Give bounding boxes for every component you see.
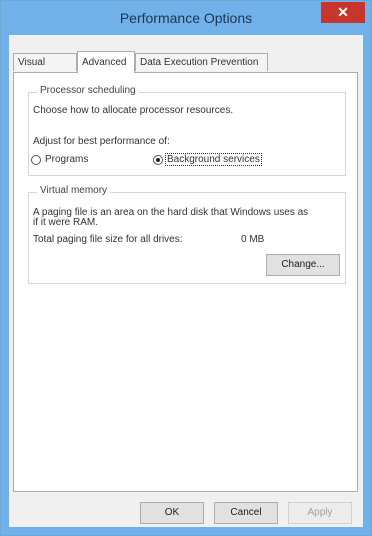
programs-radio-option[interactable]: Programs: [31, 153, 121, 167]
change-virtual-memory-button[interactable]: Change...: [266, 254, 340, 276]
apply-button: Apply: [288, 502, 352, 524]
title-bar[interactable]: Performance Options ✕: [1, 1, 371, 35]
processor-description: Choose how to allocate processor resourc…: [33, 105, 234, 116]
dialog-client-area: Visual Effects Advanced Data Execution P…: [9, 35, 363, 527]
virtual-memory-group: Virtual memory A paging file is an area …: [28, 185, 346, 284]
virtual-memory-description-line2: if it were RAM.: [33, 217, 99, 228]
processor-scheduling-group: Processor scheduling Choose how to alloc…: [28, 85, 346, 176]
tab-advanced[interactable]: Advanced: [77, 51, 135, 73]
cancel-button[interactable]: Cancel: [214, 502, 278, 524]
adjust-performance-label: Adjust for best performance of:: [33, 136, 170, 147]
close-button[interactable]: ✕: [321, 2, 365, 23]
virtual-memory-title: Virtual memory: [37, 185, 111, 196]
radio-selected-dot: [156, 158, 160, 162]
close-icon: ✕: [337, 4, 349, 20]
programs-radio[interactable]: [31, 155, 41, 165]
performance-options-window: Performance Options ✕ Visual Effects Adv…: [0, 0, 372, 536]
programs-label[interactable]: Programs: [45, 154, 88, 165]
ok-button[interactable]: OK: [140, 502, 204, 524]
background-services-label[interactable]: Background services: [165, 153, 262, 166]
background-services-radio-option[interactable]: Background services: [153, 153, 293, 167]
background-services-radio[interactable]: [153, 155, 163, 165]
tab-data-execution-prevention[interactable]: Data Execution Prevention: [135, 53, 268, 71]
total-paging-size-label: Total paging file size for all drives:: [33, 234, 183, 245]
advanced-tab-panel: Processor scheduling Choose how to alloc…: [13, 72, 358, 492]
tab-visual-effects[interactable]: Visual Effects: [13, 53, 77, 86]
total-paging-size-value: 0 MB: [241, 234, 265, 245]
processor-scheduling-title: Processor scheduling: [37, 85, 139, 96]
tab-strip: Visual Effects Advanced Data Execution P…: [13, 51, 353, 86]
window-title: Performance Options: [119, 10, 253, 26]
